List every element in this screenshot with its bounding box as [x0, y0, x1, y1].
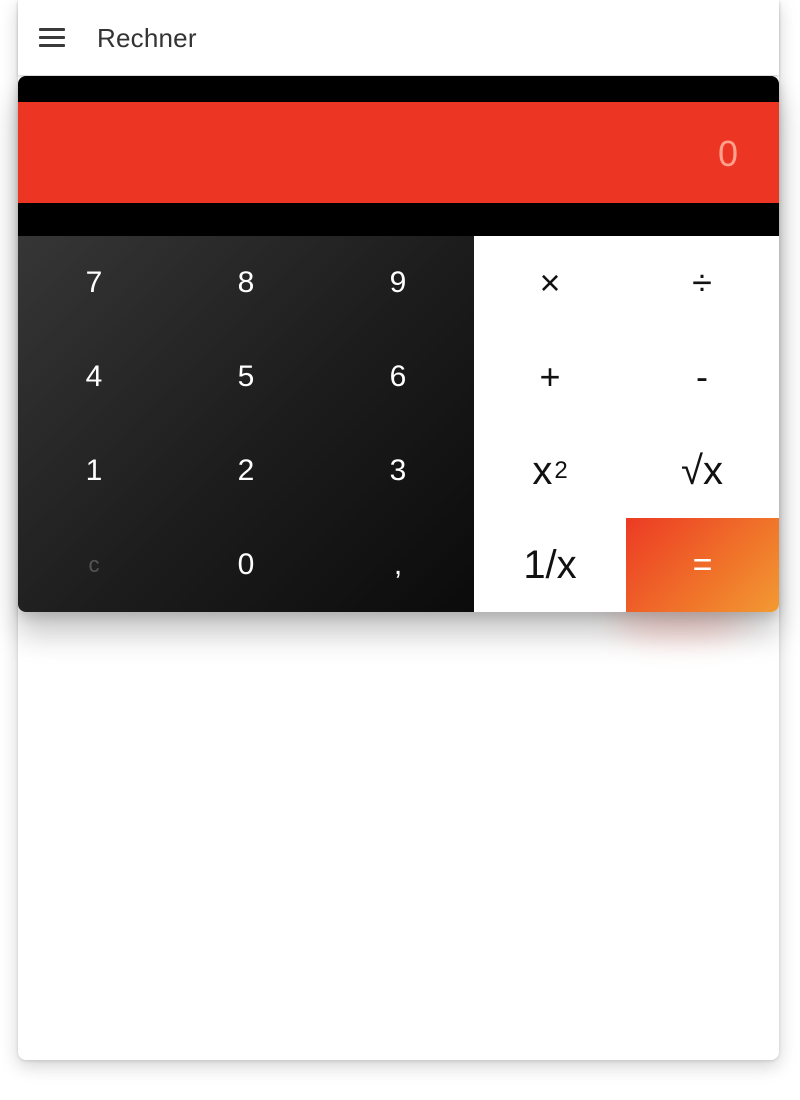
- minus-button[interactable]: -: [626, 330, 778, 424]
- multiply-button[interactable]: ×: [474, 236, 626, 330]
- decimal-comma-button[interactable]: ,: [322, 518, 474, 612]
- key-7[interactable]: 7: [18, 236, 170, 330]
- key-1[interactable]: 1: [18, 424, 170, 518]
- menu-button[interactable]: [30, 16, 74, 60]
- square-base-label: x: [532, 448, 553, 493]
- square-button[interactable]: x2: [474, 424, 626, 518]
- app-bar: Rechner: [18, 0, 779, 75]
- display-panel: 0: [18, 76, 779, 236]
- app-title: Rechner: [97, 23, 197, 53]
- operator-pad: × ÷ + - x2 √x 1/x =: [474, 236, 779, 612]
- key-4[interactable]: 4: [18, 330, 170, 424]
- calculator: 0 7 8 9 4 5 6 1 2 3 c 0 , × ÷ + - x2 √x: [18, 76, 779, 612]
- equals-button[interactable]: =: [626, 518, 779, 612]
- key-6[interactable]: 6: [322, 330, 474, 424]
- display: 0: [18, 102, 779, 203]
- square-root-button[interactable]: √x: [626, 424, 778, 518]
- square-exponent-label: 2: [554, 457, 568, 484]
- reciprocal-button[interactable]: 1/x: [474, 518, 626, 612]
- key-5[interactable]: 5: [170, 330, 322, 424]
- divide-button[interactable]: ÷: [626, 236, 778, 330]
- key-8[interactable]: 8: [170, 236, 322, 330]
- key-9[interactable]: 9: [322, 236, 474, 330]
- key-3[interactable]: 3: [322, 424, 474, 518]
- plus-button[interactable]: +: [474, 330, 626, 424]
- clear-button[interactable]: c: [18, 518, 170, 612]
- app-window: Rechner 0 7 8 9 4 5 6 1 2 3 c 0 , × ÷ + …: [18, 0, 779, 1060]
- key-0[interactable]: 0: [170, 518, 322, 612]
- key-2[interactable]: 2: [170, 424, 322, 518]
- display-value: 0: [717, 133, 738, 174]
- number-pad: 7 8 9 4 5 6 1 2 3 c 0 ,: [18, 236, 474, 612]
